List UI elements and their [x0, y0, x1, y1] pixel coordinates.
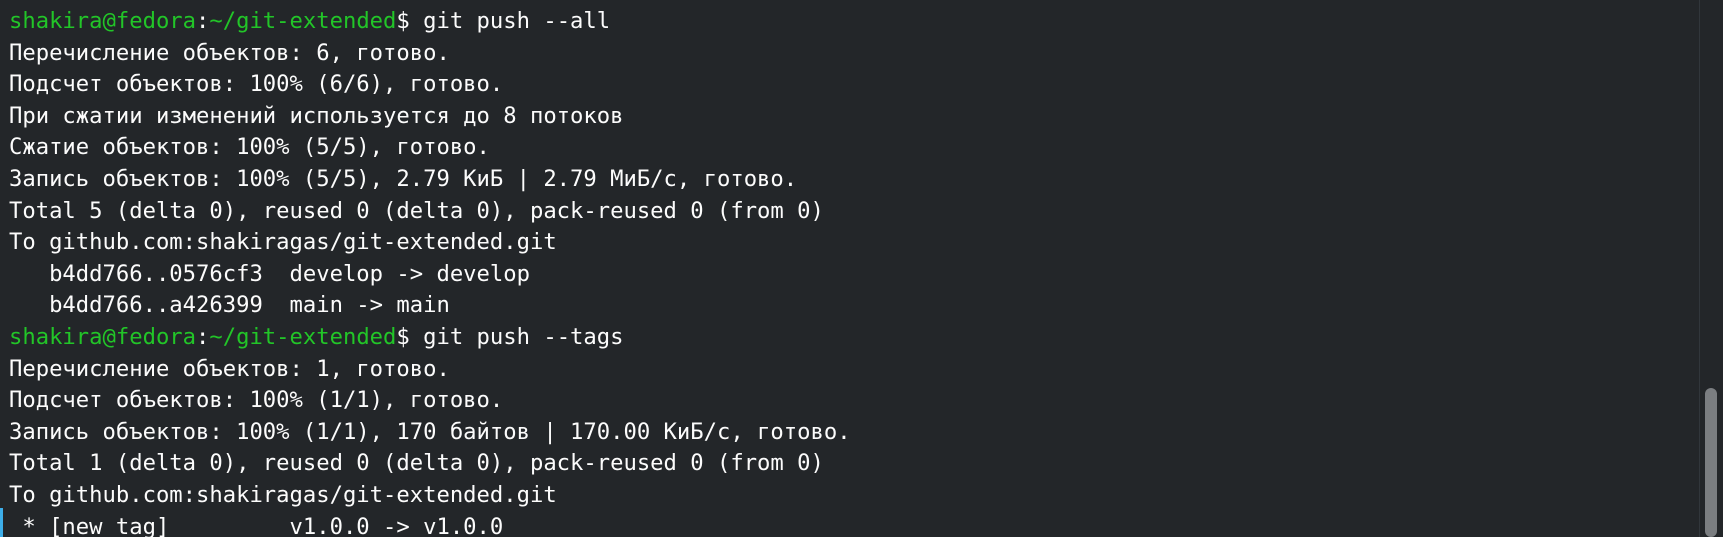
prompt-user-host: shakira@fedora: [9, 323, 197, 350]
prompt-dollar: $: [396, 323, 410, 350]
output-line: To github.com:shakiragas/git-extended.gi…: [9, 481, 557, 508]
output-line: * [new tag] v1.0.0 -> v1.0.0: [9, 513, 504, 537]
output-line: Подсчет объектов: 100% (6/6), готово.: [9, 71, 504, 98]
prompt-path: ~/git-extended: [209, 8, 397, 34]
terminal-window[interactable]: shakira@fedora:~/git-extended$ git push …: [0, 0, 1700, 537]
command-text: git push --tags: [409, 323, 624, 350]
prompt-dollar: $: [396, 8, 410, 34]
output-line: Запись объектов: 100% (5/5), 2.79 КиБ | …: [9, 165, 798, 192]
output-line: Перечисление объектов: 6, готово.: [9, 39, 450, 66]
output-line: b4dd766..a426399 main -> main: [9, 292, 450, 319]
output-line: Total 1 (delta 0), reused 0 (delta 0), p…: [9, 450, 824, 477]
prompt-separator: :: [196, 8, 210, 34]
prompt-user-host: shakira@fedora: [9, 8, 197, 34]
prompt-path: ~/git-extended: [209, 323, 397, 350]
output-line: b4dd766..0576cf3 develop -> develop: [9, 260, 530, 287]
output-line: Total 5 (delta 0), reused 0 (delta 0), p…: [9, 197, 824, 224]
prompt-line: shakira@fedora:~/git-extended$ git push …: [9, 6, 851, 38]
vertical-scrollbar[interactable]: [1699, 0, 1723, 537]
output-line: Запись объектов: 100% (1/1), 170 байтов …: [9, 418, 851, 445]
output-line: Сжатие объектов: 100% (5/5), готово.: [9, 134, 490, 161]
output-line: При сжатии изменений используется до 8 п…: [9, 102, 624, 129]
command-text: git push --all: [409, 8, 611, 34]
prompt-separator: :: [196, 323, 210, 350]
output-line: Перечисление объектов: 1, готово.: [9, 355, 450, 382]
terminal-output: shakira@fedora:~/git-extended$ git push …: [9, 6, 851, 537]
output-line: Подсчет объектов: 100% (1/1), готово.: [9, 387, 504, 414]
output-line: To github.com:shakiragas/git-extended.gi…: [9, 229, 557, 256]
current-line-marker: [0, 508, 3, 537]
prompt-line: shakira@fedora:~/git-extended$ git push …: [9, 322, 851, 354]
scrollbar-thumb[interactable]: [1705, 388, 1717, 537]
